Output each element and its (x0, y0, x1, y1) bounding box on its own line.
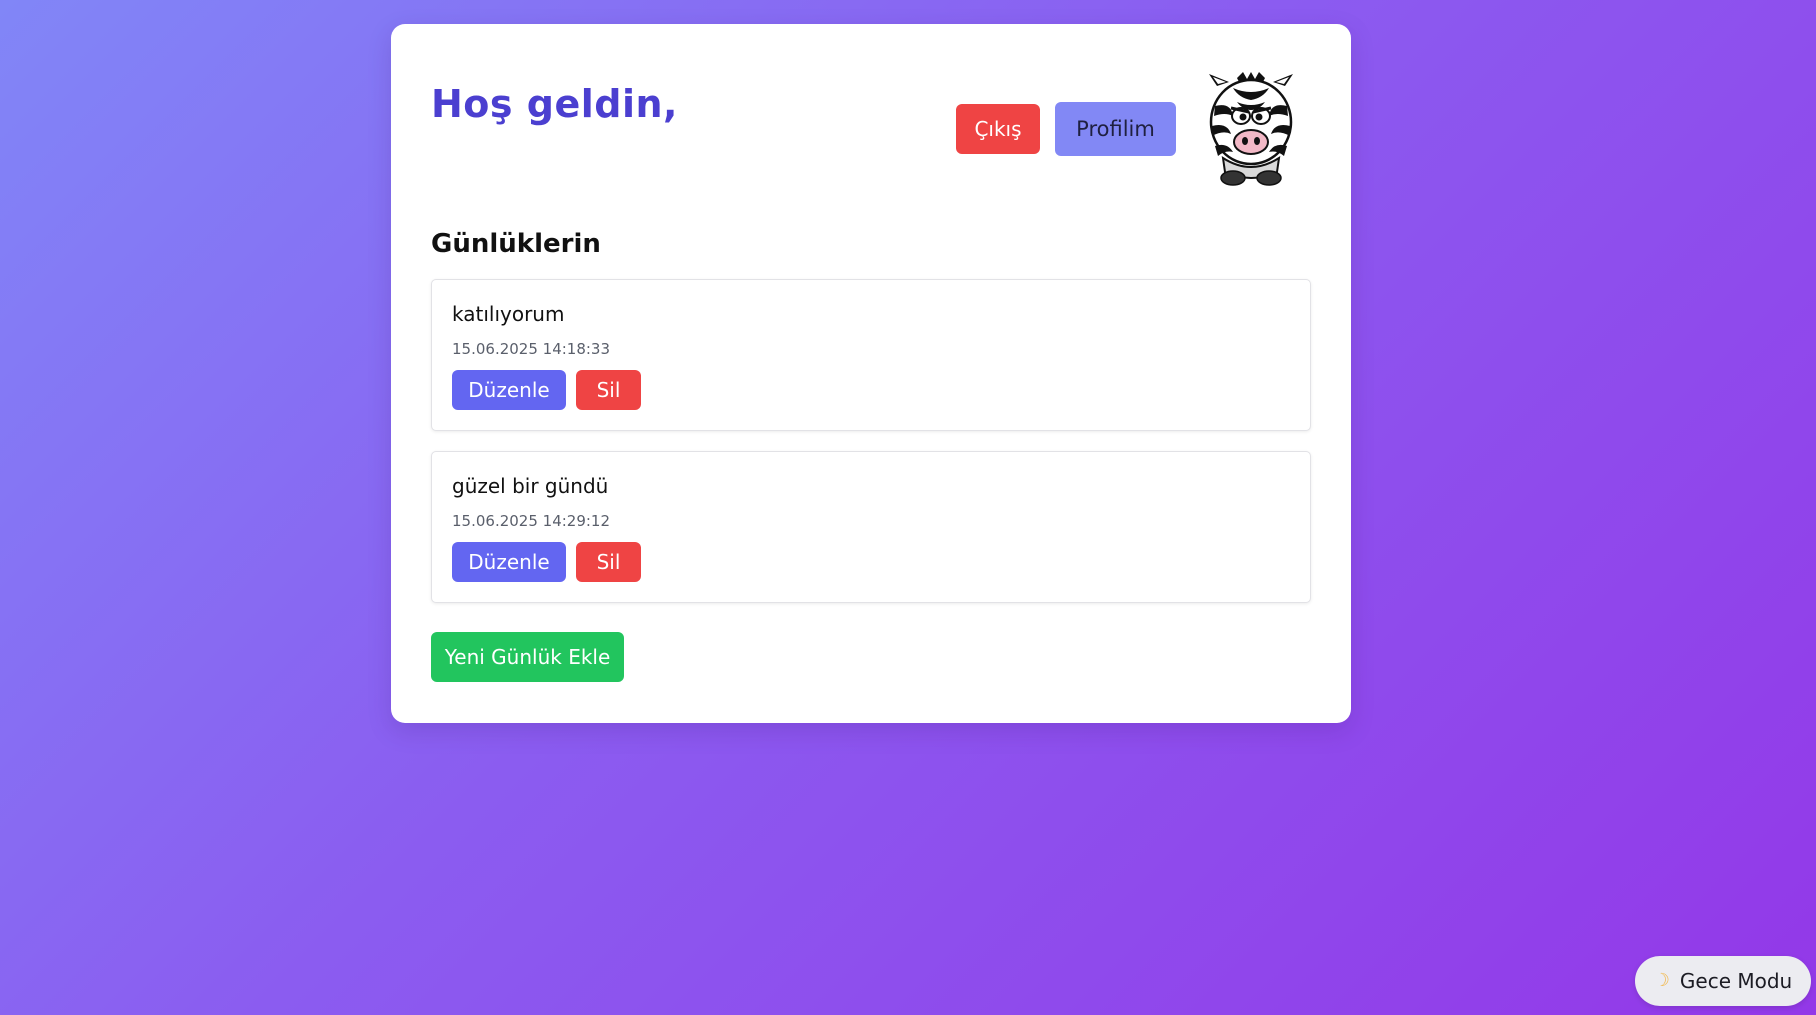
dashboard-card: Hoş geldin, Çıkış Profilim Günlüklerin k… (391, 24, 1351, 723)
night-mode-label: Gece Modu (1679, 969, 1793, 993)
delete-button[interactable]: Sil (576, 542, 641, 582)
diary-entry: katılıyorum 15.06.2025 14:18:33 Düzenle … (431, 279, 1311, 431)
logout-button[interactable]: Çıkış (956, 104, 1040, 154)
add-diary-button[interactable]: Yeni Günlük Ekle (431, 632, 624, 682)
diary-section-title: Günlüklerin (431, 229, 601, 259)
profile-button[interactable]: Profilim (1055, 102, 1176, 156)
diary-entry: güzel bir gündü 15.06.2025 14:29:12 Düze… (431, 451, 1311, 603)
diary-entry-date: 15.06.2025 14:29:12 (452, 512, 611, 530)
zebra-avatar-icon (1203, 72, 1299, 188)
diary-entry-date: 15.06.2025 14:18:33 (452, 340, 611, 358)
night-mode-toggle[interactable]: ☽ Gece Modu (1635, 956, 1811, 1006)
diary-entry-text: katılıyorum (452, 302, 565, 326)
moon-icon: ☽ (1653, 970, 1670, 991)
diary-entry-text: güzel bir gündü (452, 474, 609, 498)
edit-button[interactable]: Düzenle (452, 370, 566, 410)
delete-button[interactable]: Sil (576, 370, 641, 410)
welcome-heading: Hoş geldin, (431, 82, 678, 126)
edit-button[interactable]: Düzenle (452, 542, 566, 582)
